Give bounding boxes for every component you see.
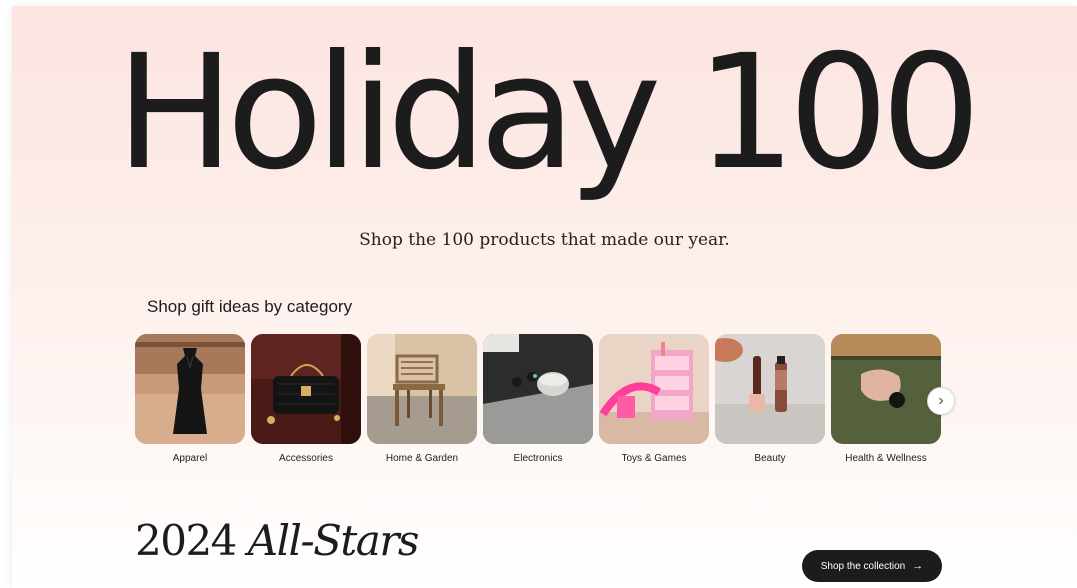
category-home-garden[interactable]: Home & Garden [367,334,477,464]
hero-title: Holiday 100 [115,21,982,205]
allstars-heading: 2024 All-Stars [135,516,420,565]
category-label: Home & Garden [385,453,459,464]
allstars-year: 2024 [135,516,237,565]
category-carousel: Apparel Accessories Home & Garden Electr… [135,334,941,464]
category-section-heading: Shop gift ideas by category [147,297,353,316]
category-label: Accessories [279,453,333,464]
category-label: Health & Wellness [845,453,927,464]
category-label: Apparel [172,453,208,464]
category-health-wellness[interactable]: Health & Wellness [831,334,941,464]
dress-photo[interactable] [135,334,245,444]
hero-subtitle: Shop the 100 products that made our year… [359,230,730,250]
lip-gloss-photo[interactable] [715,334,825,444]
carousel-next-button[interactable] [927,387,955,415]
category-apparel[interactable]: Apparel [135,334,245,464]
page-frame: Holiday 100 Shop the 100 products that m… [12,6,1077,588]
chevron-right-icon [939,397,944,405]
massager-photo[interactable] [831,334,941,444]
dollhouse-photo[interactable] [599,334,709,444]
category-electronics[interactable]: Electronics [483,334,593,464]
allstars-title: All-Stars [247,516,420,565]
category-label: Beauty [754,453,786,464]
arrow-right-icon: → [912,560,924,572]
shop-collection-label: Shop the collection [820,560,906,572]
earbuds-photo[interactable] [483,334,593,444]
category-accessories[interactable]: Accessories [251,334,361,464]
shop-collection-button[interactable]: Shop the collection → [802,550,942,582]
chair-photo[interactable] [367,334,477,444]
handbag-photo[interactable] [251,334,361,444]
category-label: Electronics [513,453,563,464]
category-label: Toys & Games [621,453,687,464]
category-toys-games[interactable]: Toys & Games [599,334,709,464]
category-beauty[interactable]: Beauty [715,334,825,464]
